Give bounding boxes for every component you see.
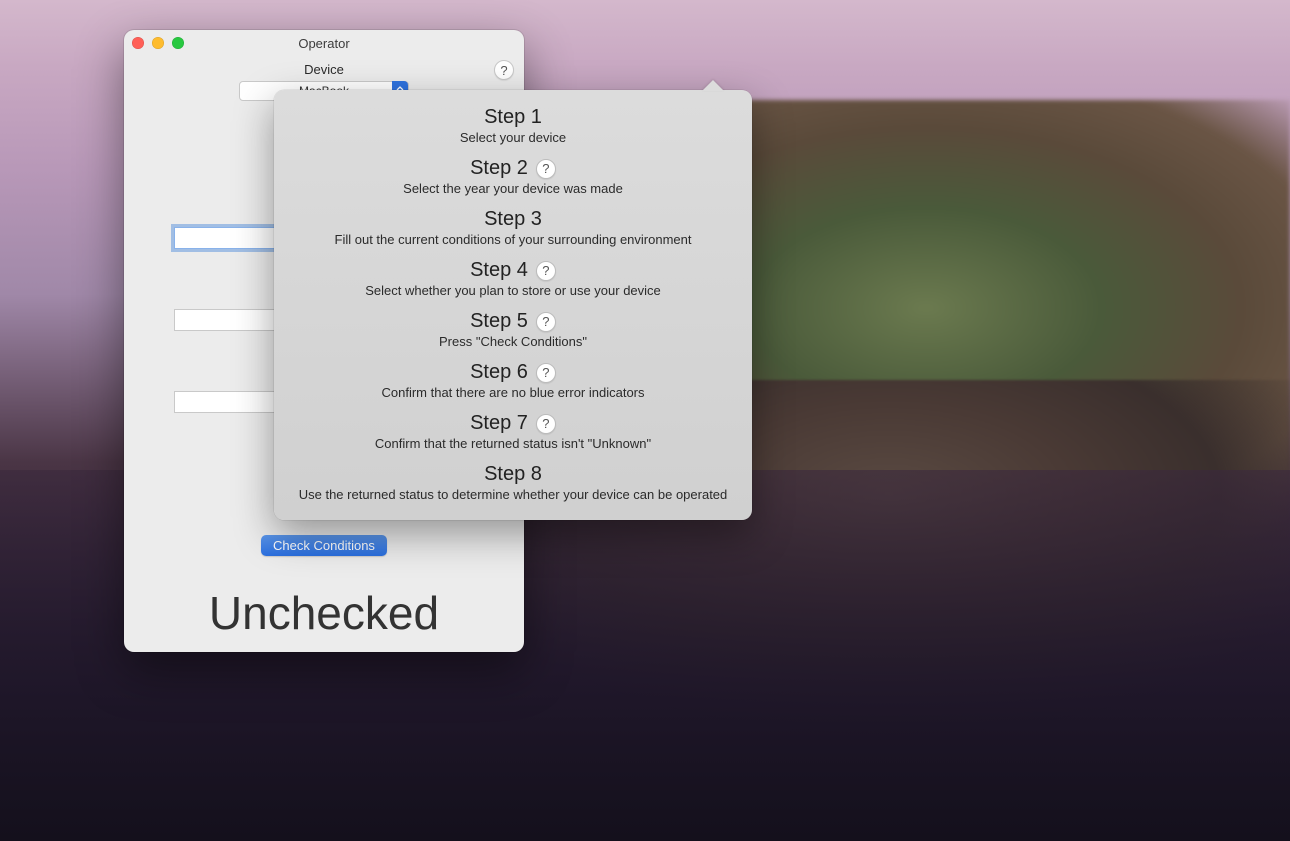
help-step-title: Step 7 xyxy=(470,412,528,435)
step-help-button[interactable]: ? xyxy=(536,261,556,281)
help-step-desc: Confirm that there are no blue error ind… xyxy=(284,385,742,400)
help-step: Step 7?Confirm that the returned status … xyxy=(284,412,742,451)
help-step-title: Step 8 xyxy=(484,463,542,486)
step-help-button[interactable]: ? xyxy=(536,159,556,179)
step-help-button[interactable]: ? xyxy=(536,414,556,434)
help-step: Step 6?Confirm that there are no blue er… xyxy=(284,361,742,400)
help-step-desc: Use the returned status to determine whe… xyxy=(284,487,742,502)
help-step-title-row: Step 1 xyxy=(284,106,742,129)
help-step-desc: Fill out the current conditions of your … xyxy=(284,232,742,247)
help-step: Step 2?Select the year your device was m… xyxy=(284,157,742,196)
step-help-button[interactable]: ? xyxy=(536,312,556,332)
help-step-title: Step 2 xyxy=(470,157,528,180)
fullscreen-button[interactable] xyxy=(172,37,184,49)
help-step: Step 8Use the returned status to determi… xyxy=(284,463,742,502)
help-step-title-row: Step 4? xyxy=(284,259,742,282)
question-icon: ? xyxy=(542,263,549,278)
question-icon: ? xyxy=(542,416,549,431)
help-step-desc: Select whether you plan to store or use … xyxy=(284,283,742,298)
status-text: Unchecked xyxy=(138,586,510,640)
step-help-button[interactable]: ? xyxy=(536,363,556,383)
minimize-button[interactable] xyxy=(152,37,164,49)
help-step-desc: Select the year your device was made xyxy=(284,181,742,196)
help-step-title: Step 5 xyxy=(470,310,528,333)
question-icon: ? xyxy=(542,314,549,329)
titlebar: Operator xyxy=(124,30,524,52)
help-step: Step 1Select your device xyxy=(284,106,742,145)
help-step-title: Step 6 xyxy=(470,361,528,384)
help-step-desc: Confirm that the returned status isn't "… xyxy=(284,436,742,451)
device-label: Device xyxy=(138,62,510,77)
help-step: Step 3Fill out the current conditions of… xyxy=(284,208,742,247)
help-step-title-row: Step 8 xyxy=(284,463,742,486)
help-step-title-row: Step 2? xyxy=(284,157,742,180)
help-popover: Step 1Select your deviceStep 2?Select th… xyxy=(274,90,752,520)
question-icon: ? xyxy=(542,161,549,176)
help-step-title: Step 3 xyxy=(484,208,542,231)
window-title: Operator xyxy=(124,36,524,51)
help-step: Step 5?Press "Check Conditions" xyxy=(284,310,742,349)
question-icon: ? xyxy=(542,365,549,380)
help-step-title-row: Step 5? xyxy=(284,310,742,333)
help-step: Step 4?Select whether you plan to store … xyxy=(284,259,742,298)
close-button[interactable] xyxy=(132,37,144,49)
help-step-title-row: Step 6? xyxy=(284,361,742,384)
help-step-desc: Press "Check Conditions" xyxy=(284,334,742,349)
check-conditions-button[interactable]: Check Conditions xyxy=(261,535,387,556)
traffic-lights xyxy=(132,37,184,49)
help-step-title: Step 1 xyxy=(484,106,542,129)
help-step-title-row: Step 7? xyxy=(284,412,742,435)
help-step-title: Step 4 xyxy=(470,259,528,282)
help-step-title-row: Step 3 xyxy=(284,208,742,231)
help-step-desc: Select your device xyxy=(284,130,742,145)
